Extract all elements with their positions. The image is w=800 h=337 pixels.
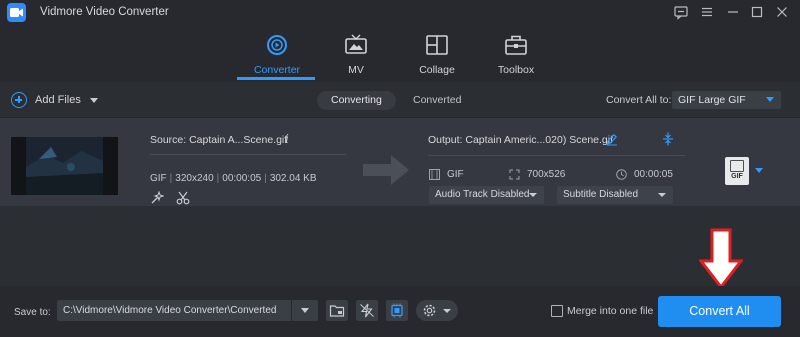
active-tab-indicator — [237, 77, 315, 80]
lightning-off-icon — [360, 303, 374, 318]
info-icon[interactable]: i — [285, 132, 289, 146]
tab-converting[interactable]: Converting — [317, 91, 396, 110]
menu-icon[interactable] — [699, 4, 715, 20]
save-path-dropdown[interactable] — [292, 300, 318, 321]
audio-track-select[interactable]: Audio Track Disabled — [429, 186, 544, 204]
output-duration: 00:00:05 — [616, 168, 673, 180]
close-icon[interactable] — [774, 4, 790, 20]
chevron-down-icon — [529, 193, 537, 197]
divider — [150, 154, 346, 155]
bottom-bar: Save to: C:\Vidmore\Vidmore Video Conver… — [0, 286, 800, 337]
minimize-icon[interactable] — [725, 4, 741, 20]
save-to-label: Save to: — [14, 307, 51, 318]
resize-icon — [509, 169, 520, 179]
settings-button[interactable] — [416, 300, 458, 321]
save-path-field[interactable]: C:\Vidmore\Vidmore Video Converter\Conve… — [57, 300, 291, 321]
output-duration-value: 00:00:05 — [634, 168, 673, 180]
tab-mv[interactable]: MV — [316, 34, 396, 80]
output-format-value: GIF — [447, 168, 464, 180]
tab-mv-label: MV — [348, 64, 364, 76]
video-thumbnail[interactable] — [11, 137, 118, 195]
add-files-button[interactable]: Add Files — [11, 91, 98, 109]
tab-converter[interactable]: Converter — [237, 34, 317, 80]
subtitle-select[interactable]: Subtitle Disabled — [557, 186, 673, 204]
file-list-empty-area — [0, 206, 800, 286]
tab-converted[interactable]: Converted — [399, 91, 475, 110]
source-format: GIF — [150, 173, 167, 184]
add-files-label: Add Files — [35, 94, 81, 106]
annotation-arrow-icon — [697, 228, 745, 293]
output-format-button[interactable]: GIF — [725, 157, 749, 185]
film-icon — [730, 160, 744, 172]
film-icon — [429, 168, 440, 180]
toolbox-icon — [504, 34, 528, 56]
hardware-acceleration-off-button[interactable] — [356, 300, 378, 321]
source-meta: GIF | 320x240 | 00:00:05 | 302.04 KB — [150, 173, 317, 184]
clock-icon — [616, 168, 627, 180]
maximize-icon[interactable] — [749, 4, 765, 20]
app-title: Vidmore Video Converter — [40, 6, 169, 18]
scissors-icon[interactable] — [176, 191, 190, 205]
arrow-right-icon — [363, 155, 411, 188]
chevron-down-icon — [766, 97, 774, 102]
file-item: Source: Captain A...Scene.gif i GIF | 320x… — [0, 118, 800, 206]
chevron-down-icon — [658, 193, 666, 197]
gpu-acceleration-on-button[interactable] — [386, 300, 408, 321]
tab-toolbox[interactable]: Toolbox — [476, 34, 556, 80]
title-bar: Vidmore Video Converter — [0, 0, 800, 26]
compress-icon[interactable] — [662, 132, 674, 149]
tab-toolbox-label: Toolbox — [497, 64, 535, 76]
chevron-down-icon — [443, 309, 451, 313]
output-resolution-value: 700x526 — [527, 168, 566, 180]
app-logo-icon — [7, 3, 26, 22]
mv-icon — [344, 34, 368, 56]
divider — [428, 155, 686, 156]
chevron-down-icon — [301, 308, 309, 313]
add-icon — [11, 92, 27, 108]
output-filename: Output: Captain Americ...020) Scene.gif — [428, 134, 614, 146]
open-folder-button[interactable] — [326, 300, 348, 321]
format-badge-label: GIF — [731, 173, 743, 180]
tab-converter-label: Converter — [253, 64, 301, 76]
main-nav: Converter MV Collage Toolbox — [0, 26, 800, 82]
source-filename: Source: Captain A...Scene.gif — [150, 134, 288, 146]
merge-label[interactable]: Merge into one file — [567, 305, 653, 317]
pencil-icon[interactable] — [605, 133, 618, 149]
merge-checkbox[interactable] — [551, 305, 563, 317]
collage-icon — [425, 34, 449, 56]
source-resolution: 320x240 — [175, 173, 214, 184]
chip-on-icon — [391, 303, 403, 318]
toolbar: Add Files Converting Converted Convert A… — [0, 82, 800, 118]
feedback-icon[interactable] — [673, 4, 689, 20]
convert-all-format-value: GIF Large GIF — [678, 94, 746, 106]
convert-all-format-select[interactable]: GIF Large GIF — [672, 91, 781, 109]
tab-collage[interactable]: Collage — [397, 34, 477, 80]
subtitle-value: Subtitle Disabled — [563, 189, 639, 200]
tab-collage-label: Collage — [419, 64, 455, 76]
enhance-icon[interactable] — [150, 190, 165, 205]
convert-all-to-label: Convert All to: — [606, 94, 672, 106]
source-duration: 00:00:05 — [222, 173, 262, 184]
convert-all-button[interactable]: Convert All — [658, 296, 781, 327]
chevron-down-icon[interactable] — [755, 168, 763, 173]
chevron-down-icon — [89, 97, 98, 103]
output-format: GIF — [429, 168, 464, 180]
folder-icon — [329, 305, 345, 317]
converter-icon — [265, 34, 289, 56]
audio-track-value: Audio Track Disabled — [435, 189, 530, 200]
source-size: 302.04 KB — [269, 173, 317, 184]
gear-icon — [423, 304, 436, 317]
output-resolution: 700x526 — [509, 168, 565, 180]
